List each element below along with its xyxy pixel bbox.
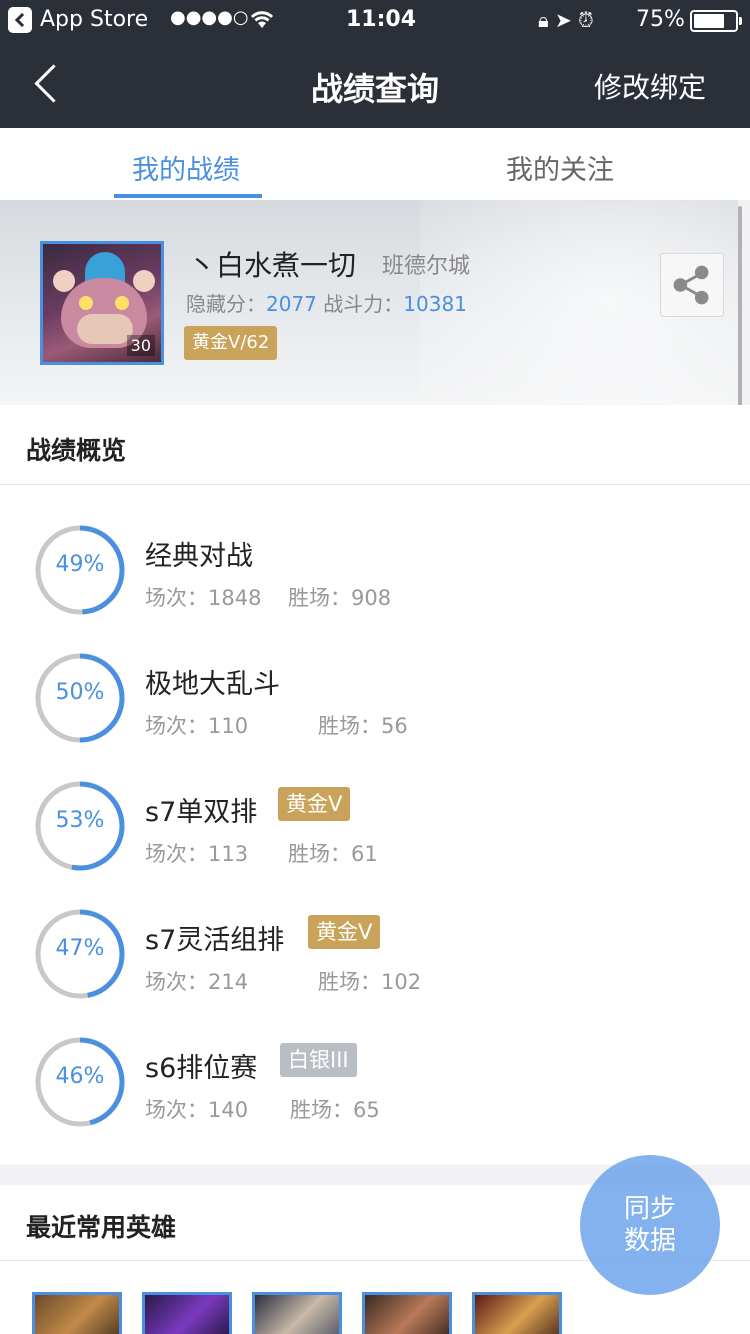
tab-my-records[interactable]: 我的战绩 bbox=[132, 148, 240, 187]
summoner-level: 30 bbox=[126, 335, 155, 356]
alarm-icon: ⏰︎ bbox=[578, 8, 594, 32]
wins-value: 102 bbox=[381, 970, 422, 994]
avatar-horn-right bbox=[133, 270, 155, 292]
share-button[interactable] bbox=[660, 253, 724, 317]
tab-my-follows[interactable]: 我的关注 bbox=[506, 148, 614, 187]
avatar-horn-left bbox=[53, 270, 75, 292]
server-name: 班德尔城 bbox=[382, 254, 471, 279]
win-rate-label: 50% bbox=[55, 680, 105, 705]
games-count: 场次：113 bbox=[145, 838, 248, 868]
mode-name: s7单双排 bbox=[145, 797, 258, 828]
rank-badge: 白银III bbox=[280, 1043, 357, 1077]
games-value: 214 bbox=[208, 970, 249, 994]
wins-count: 胜场：61 bbox=[288, 838, 378, 868]
player-name: 丶白水煮一切 bbox=[188, 249, 357, 282]
win-rate-label: 49% bbox=[55, 552, 105, 577]
games-count: 场次：1848 bbox=[145, 582, 261, 612]
games-label: 场次： bbox=[145, 714, 208, 738]
avatar-eye-right bbox=[115, 296, 129, 310]
games-label: 场次： bbox=[145, 586, 208, 610]
mode-row[interactable]: 47% s7灵活组排 黄金V 场次：214 胜场：102 bbox=[0, 908, 750, 1036]
back-to-app-icon[interactable] bbox=[8, 7, 32, 33]
divider bbox=[0, 484, 750, 485]
mode-row[interactable]: 49% 经典对战 场次：1848 胜场：908 bbox=[0, 524, 750, 652]
wins-count: 胜场：56 bbox=[318, 710, 408, 740]
wins-label: 胜场： bbox=[288, 586, 351, 610]
games-value: 1848 bbox=[208, 586, 262, 610]
mode-row[interactable]: 53% s7单双排 黄金V 场次：113 胜场：61 bbox=[0, 780, 750, 908]
rank-badge: 黄金V bbox=[278, 787, 351, 821]
status-time: 11:04 bbox=[346, 7, 417, 32]
mode-name: s7灵活组排 bbox=[145, 925, 285, 956]
wins-label: 胜场： bbox=[318, 714, 381, 738]
modify-binding-button[interactable]: 修改绑定 bbox=[594, 66, 706, 106]
win-rate-label: 53% bbox=[55, 808, 105, 833]
record-overview: 战绩概览 49% 经典对战 场次：1848 胜场：908 50% 极地大乱斗 场… bbox=[0, 405, 750, 1165]
signal-strength-icon: ●●●●○ bbox=[170, 7, 249, 28]
status-icons: 🔒︎ ➤ ⏰︎ bbox=[538, 8, 594, 32]
sync-label-line1: 同步 bbox=[623, 1194, 676, 1224]
mode-name: 经典对战 bbox=[145, 541, 253, 572]
wins-label: 胜场： bbox=[288, 842, 351, 866]
games-count: 场次：214 bbox=[145, 966, 248, 996]
active-tab-indicator bbox=[114, 194, 262, 198]
hero-portrait[interactable] bbox=[142, 1292, 232, 1334]
hero-portrait[interactable] bbox=[32, 1292, 122, 1334]
avatar-snout bbox=[77, 314, 133, 344]
battery-fill bbox=[694, 14, 724, 28]
share-icon bbox=[673, 265, 709, 305]
hidden-score-label: 隐藏分： bbox=[186, 292, 266, 316]
games-count: 场次：140 bbox=[145, 1094, 248, 1124]
games-label: 场次： bbox=[145, 842, 208, 866]
wins-label: 胜场： bbox=[290, 1098, 353, 1122]
rank-badge: 黄金V/62 bbox=[184, 326, 278, 360]
hero-portrait[interactable] bbox=[362, 1292, 452, 1334]
tab-bar: 我的战绩 我的关注 bbox=[0, 128, 750, 200]
games-value: 110 bbox=[208, 714, 249, 738]
power-label: 战斗力： bbox=[323, 292, 404, 316]
wins-value: 61 bbox=[351, 842, 378, 866]
games-label: 场次： bbox=[145, 1098, 208, 1122]
battery-percentage: 75% bbox=[636, 7, 685, 32]
sync-data-button[interactable]: 同步 数据 bbox=[580, 1155, 720, 1295]
status-carrier[interactable]: App Store bbox=[40, 7, 148, 32]
overview-title: 战绩概览 bbox=[26, 436, 127, 465]
battery-icon bbox=[690, 10, 742, 32]
power-value: 10381 bbox=[403, 292, 467, 316]
rank-badge: 黄金V bbox=[308, 915, 381, 949]
games-count: 场次：110 bbox=[145, 710, 248, 740]
location-icon: ➤ bbox=[555, 8, 572, 32]
top-bar: App Store ●●●●○ 11:04 🔒︎ ➤ ⏰︎ 75% 战绩查询 修… bbox=[0, 0, 750, 128]
recent-heroes-title: 最近常用英雄 bbox=[26, 1213, 177, 1242]
avatar-eye-left bbox=[79, 296, 93, 310]
wins-count: 胜场：908 bbox=[288, 582, 391, 612]
win-rate-label: 47% bbox=[55, 936, 105, 961]
player-stats: 隐藏分：2077 战斗力：10381 bbox=[186, 288, 467, 317]
wifi-icon bbox=[250, 11, 274, 28]
win-rate-label: 46% bbox=[55, 1064, 105, 1089]
avatar[interactable]: 30 bbox=[40, 241, 164, 365]
wins-count: 胜场：65 bbox=[290, 1094, 380, 1124]
mode-row[interactable]: 50% 极地大乱斗 场次：110 胜场：56 bbox=[0, 652, 750, 780]
mode-name: s6排位赛 bbox=[145, 1053, 258, 1084]
hidden-score-value: 2077 bbox=[266, 292, 317, 316]
hero-portrait[interactable] bbox=[252, 1292, 342, 1334]
wins-value: 56 bbox=[381, 714, 408, 738]
wins-value: 65 bbox=[353, 1098, 380, 1122]
mode-name: 极地大乱斗 bbox=[145, 669, 280, 700]
games-label: 场次： bbox=[145, 970, 208, 994]
status-bar: App Store ●●●●○ 11:04 🔒︎ ➤ ⏰︎ 75% bbox=[0, 0, 750, 40]
sync-label-line2: 数据 bbox=[623, 1226, 676, 1256]
games-value: 140 bbox=[208, 1098, 249, 1122]
wins-count: 胜场：102 bbox=[318, 966, 421, 996]
hero-portrait[interactable] bbox=[472, 1292, 562, 1334]
wins-value: 908 bbox=[351, 586, 392, 610]
rotation-lock-icon: 🔒︎ bbox=[538, 8, 549, 32]
games-value: 113 bbox=[208, 842, 249, 866]
mode-row[interactable]: 46% s6排位赛 白银III 场次：140 胜场：65 bbox=[0, 1036, 750, 1164]
wins-label: 胜场： bbox=[318, 970, 381, 994]
profile-header: 30 丶白水煮一切 班德尔城 隐藏分：2077 战斗力：10381 黄金V/62 bbox=[0, 200, 738, 405]
